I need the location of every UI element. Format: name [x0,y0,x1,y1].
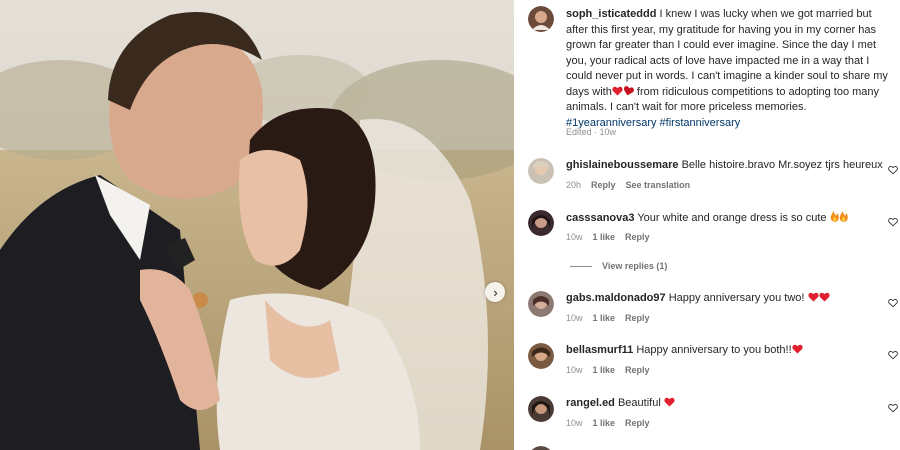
reply-button[interactable]: Reply [625,313,650,323]
comments-panel: soph_isticateddd I knew I was lucky when… [514,0,900,450]
red-heart-emoji [623,85,634,95]
comment-text: Happy anniversary to you both!! [636,344,792,356]
comment-body: gabs.maldonado97 Happy anniversary you t… [566,292,830,304]
comment-time: 10w [566,418,583,428]
post-caption: soph_isticateddd I knew I was lucky when… [566,7,888,131]
comment-meta: 10w 1 like Reply [566,232,650,242]
comment-meta: 10w 1 like Reply [566,418,650,428]
caption-text: I knew I was lucky when we got married b… [566,8,888,98]
comment-time: 20h [566,180,582,190]
comment-meta: 10w 1 like Reply [566,313,650,323]
comment-body: bellasmurf11 Happy anniversary to you bo… [566,344,803,356]
comment-username[interactable]: rangel.ed [566,397,615,409]
comment-text: Your white and orange dress is so cute [637,212,827,224]
comment-username[interactable]: bellasmurf11 [566,344,633,356]
comment-text: Belle histoire.bravo Mr.soyez tjrs heure… [681,159,883,171]
wedding-photo-illustration [0,0,514,450]
next-photo-button[interactable]: › [485,282,505,302]
like-count[interactable]: 1 like [593,232,616,242]
like-count[interactable]: 1 like [593,313,616,323]
reply-button[interactable]: Reply [625,418,650,428]
fire-emoji [839,211,848,222]
comment-body: rangel.ed Beautiful [566,397,675,409]
author-avatar[interactable] [528,6,554,32]
comment-body: ghislaineboussemare Belle histoire.bravo… [566,159,883,171]
replies-divider [570,265,592,267]
heart-outline-icon[interactable] [888,298,898,308]
avatar[interactable] [528,343,554,369]
fire-emoji [830,211,839,222]
view-replies-button[interactable]: View replies (1) [570,261,667,271]
red-heart-emoji [807,292,819,302]
author-username[interactable]: soph_isticateddd [566,8,656,20]
like-count[interactable]: 1 like [593,365,616,375]
view-replies-label: View replies (1) [602,261,668,271]
reply-button[interactable]: Reply [625,232,650,242]
comment-time: 10w [566,365,583,375]
comment-meta: 20h Reply See translation [566,180,690,190]
red-heart-emoji [792,344,803,354]
reply-button[interactable]: Reply [591,180,616,190]
red-heart-emoji [664,397,675,407]
avatar[interactable] [528,396,554,422]
reply-button[interactable]: Reply [625,365,650,375]
heart-outline-icon[interactable] [888,165,898,175]
comment-text: Happy anniversary you two! [668,292,805,304]
red-heart-emoji [818,292,830,302]
post-photo[interactable]: › [0,0,514,450]
comment-time: 10w [566,313,583,323]
avatar[interactable] [528,210,554,236]
see-translation-button[interactable]: See translation [626,180,691,190]
comment-username[interactable]: casssanova3 [566,212,635,224]
comment-username[interactable]: ghislaineboussemare [566,159,679,171]
comment-time: 10w [566,232,583,242]
avatar[interactable] [528,291,554,317]
avatar[interactable] [528,446,554,450]
like-count[interactable]: 1 like [593,418,616,428]
comment-text: Beautiful [617,397,661,409]
comment-username[interactable]: gabs.maldonado97 [566,292,666,304]
comment-meta: 10w 1 like Reply [566,365,650,375]
edited-time: Edited · 10w [566,127,617,137]
caption-meta: Edited · 10w [566,127,616,137]
comment-body: casssanova3 Your white and orange dress … [566,211,848,224]
avatar[interactable] [528,158,554,184]
chevron-right-icon: › [493,284,498,300]
heart-outline-icon[interactable] [888,350,898,360]
heart-outline-icon[interactable] [888,217,898,227]
heart-outline-icon[interactable] [888,403,898,413]
